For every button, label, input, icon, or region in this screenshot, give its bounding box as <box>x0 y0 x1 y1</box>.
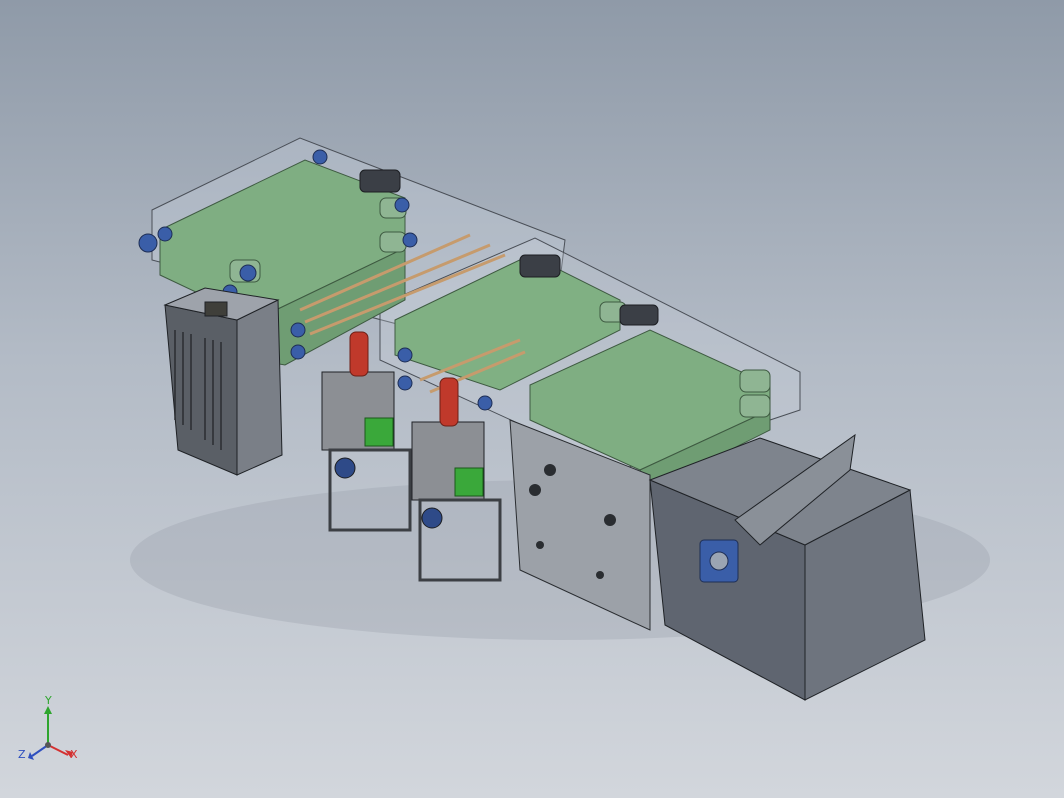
hopper-bearing-hub <box>709 551 729 571</box>
triad-origin <box>45 742 51 748</box>
tensioner-unit-1-green-block <box>364 417 394 447</box>
tensioner-unit-1-motor <box>334 457 356 479</box>
coordinate-triad: Y Z X <box>18 694 88 770</box>
z-axis-label: Z <box>18 748 26 761</box>
control-cabinet-side <box>236 299 283 476</box>
y-axis-label: Y <box>45 694 52 707</box>
tensioner-unit-2-green-block <box>454 467 484 497</box>
x-axis-label: X <box>70 748 78 761</box>
y-axis-arrow <box>44 706 52 714</box>
cad-model-scene[interactable] <box>0 0 1064 798</box>
control-cabinet-front <box>164 304 238 476</box>
tensioner-unit-2-red-arm <box>439 377 459 427</box>
tensioner-unit-1-red-arm <box>349 331 369 377</box>
cad-viewport[interactable]: Y Z X <box>0 0 1064 798</box>
tensioner-unit-2-motor <box>421 507 443 529</box>
cabinet-top-box <box>204 301 228 317</box>
